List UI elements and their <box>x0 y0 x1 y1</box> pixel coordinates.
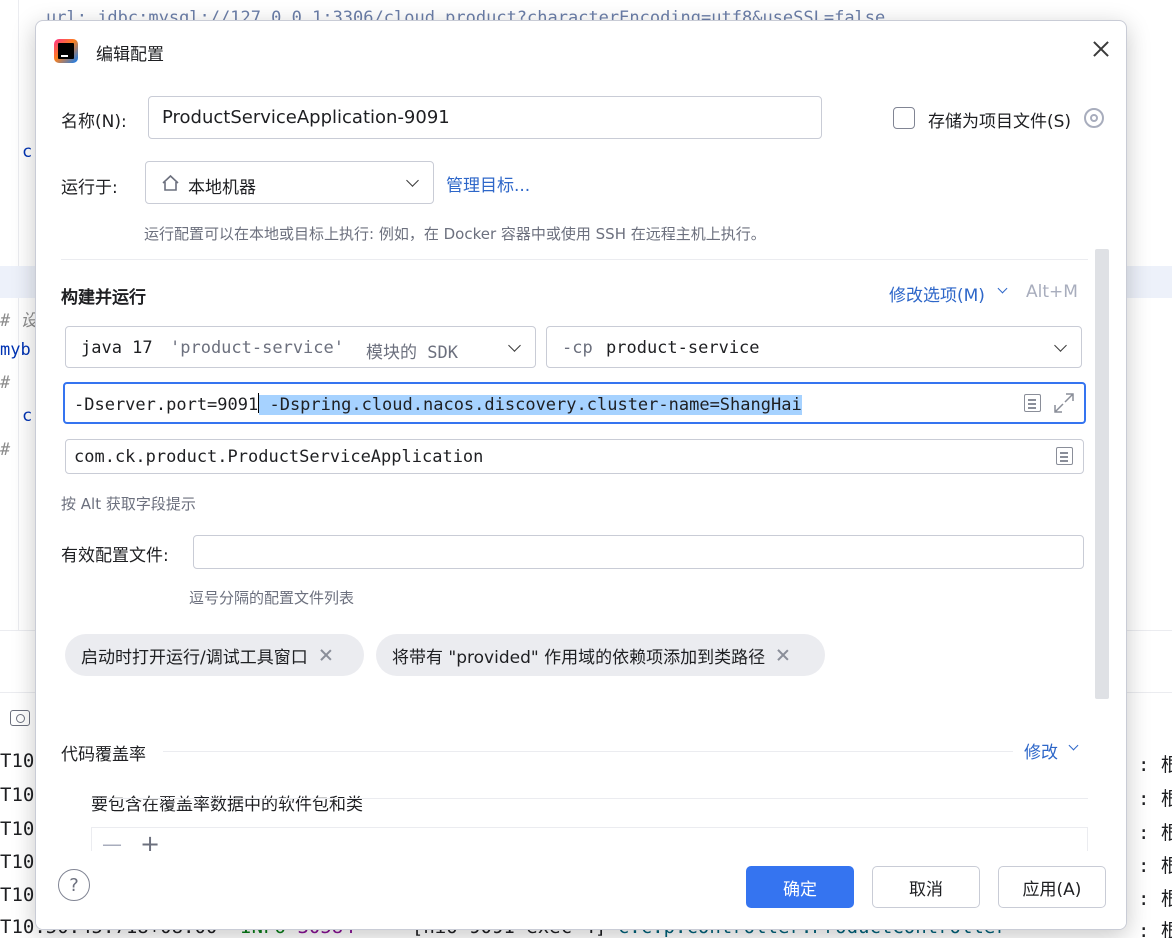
coverage-header-line <box>91 798 1088 799</box>
run-on-dropdown[interactable]: 本地机器 <box>145 161 434 204</box>
vm-options-plain: -Dserver.port=9091 <box>74 395 259 415</box>
cancel-button[interactable]: 取消 <box>872 866 980 908</box>
coverage-include-label: 要包含在覆盖率数据中的软件包和类 <box>91 795 363 815</box>
jdk-suffix: 模块的 SDK <box>366 343 458 363</box>
run-on-hint: 运行配置可以在本地或目标上执行: 例如，在 Docker 容器中或使用 SSH … <box>144 225 766 243</box>
chevron-down-icon <box>997 283 1008 294</box>
code-coverage-title: 代码覆盖率 <box>61 745 146 765</box>
log-line-suffix: : 根 <box>1138 888 1172 910</box>
name-label: 名称(N): <box>61 112 127 132</box>
browse-class-icon[interactable] <box>1056 447 1073 465</box>
jdk-dropdown[interactable]: java 17 'product-service' 模块的 SDK <box>65 326 536 368</box>
editor-code-line: # 设 <box>0 311 38 331</box>
active-profiles-label: 有效配置文件: <box>61 546 169 566</box>
editor-code-line: # <box>0 373 11 393</box>
coverage-modify-link[interactable]: 修改 <box>1024 738 1058 763</box>
run-on-value: 本地机器 <box>188 178 256 198</box>
active-profiles-hint: 逗号分隔的配置文件列表 <box>189 589 355 607</box>
jdk-version: java 17 <box>81 338 153 358</box>
classpath-module-dropdown[interactable]: -cp product-service <box>546 326 1082 368</box>
dialog-scrollbar[interactable] <box>1095 249 1109 699</box>
expand-field-icon[interactable] <box>1053 392 1075 414</box>
ok-button[interactable]: 确定 <box>746 866 854 908</box>
coverage-divider <box>163 751 1013 752</box>
log-line-prefix: T10 <box>0 750 35 772</box>
log-line-prefix: T10 <box>0 818 35 840</box>
log-line-prefix: T10 <box>0 884 35 906</box>
gear-icon[interactable] <box>1084 108 1104 128</box>
store-as-project-file-checkbox[interactable] <box>893 107 915 129</box>
manage-targets-link[interactable]: 管理目标... <box>446 171 530 196</box>
log-line-suffix: : 根 <box>1138 754 1172 776</box>
intellij-logo-icon <box>54 39 78 63</box>
section-divider <box>61 259 1088 260</box>
chevron-down-icon <box>1054 339 1067 352</box>
vm-options-selected: -Dspring.cloud.nacos.discovery.cluster-n… <box>259 395 802 415</box>
build-and-run-title: 构建并运行 <box>61 288 146 308</box>
vm-options-text: -Dserver.port=9091 -Dspring.cloud.nacos.… <box>74 393 802 415</box>
option-chip-open-tool-window[interactable]: 启动时打开运行/调试工具窗口 <box>65 634 364 676</box>
log-line-prefix: T10 <box>0 851 35 873</box>
log-line-suffix: : 根 <box>1138 822 1172 844</box>
dialog-title: 编辑配置 <box>96 45 164 65</box>
store-as-project-file-label: 存储为项目文件(S) <box>928 112 1072 132</box>
chip-label: 启动时打开运行/调试工具窗口 <box>81 647 308 668</box>
coverage-label-spacer <box>91 799 1088 800</box>
vm-options-field[interactable]: -Dserver.port=9091 -Dspring.cloud.nacos.… <box>63 382 1086 424</box>
log-line-prefix: T10 <box>0 784 35 806</box>
remove-chip-icon[interactable] <box>777 649 789 661</box>
home-icon <box>162 174 179 191</box>
apply-button[interactable]: 应用(A) <box>998 866 1106 908</box>
editor-code-line: myb <box>0 340 31 360</box>
edit-configuration-dialog: 编辑配置 名称(N): ProductServiceApplication-90… <box>35 20 1127 930</box>
screenshot-camera-icon[interactable] <box>10 710 30 726</box>
editor-code-line: c <box>22 142 33 162</box>
close-icon[interactable] <box>1091 39 1111 59</box>
log-line-suffix: : 根 <box>1138 855 1172 877</box>
jdk-module: 'product-service' <box>170 338 344 358</box>
chevron-down-icon <box>406 174 419 187</box>
name-field[interactable]: ProductServiceApplication-9091 <box>148 96 822 139</box>
classpath-value: product-service <box>606 338 760 358</box>
chip-label: 将带有 "provided" 作用域的依赖项添加到类路径 <box>392 647 766 668</box>
editor-code-line: c <box>22 406 33 426</box>
log-line-suffix: : 根 <box>1138 788 1172 810</box>
alt-hint: 按 Alt 获取字段提示 <box>61 495 196 513</box>
name-field-value: ProductServiceApplication-9091 <box>162 107 450 128</box>
main-class-field[interactable]: com.ck.product.ProductServiceApplication <box>65 439 1084 474</box>
modify-options-link[interactable]: 修改选项(M) <box>889 281 985 306</box>
classpath-flag: -cp <box>562 338 593 358</box>
log-line-suffix: : 根 <box>1138 920 1172 938</box>
modify-options-shortcut: Alt+M <box>1026 282 1078 302</box>
run-on-label: 运行于: <box>61 178 118 198</box>
chevron-down-icon <box>508 339 521 352</box>
remove-chip-icon[interactable] <box>320 649 332 661</box>
editor-code-line: # <box>0 440 11 460</box>
help-button[interactable]: ? <box>58 869 90 901</box>
chevron-down-icon <box>1068 740 1079 751</box>
active-profiles-field[interactable] <box>193 535 1084 569</box>
option-chip-provided-scope[interactable]: 将带有 "provided" 作用域的依赖项添加到类路径 <box>376 634 825 676</box>
expand-text-icon[interactable] <box>1024 394 1041 412</box>
main-class-value: com.ck.product.ProductServiceApplication <box>74 446 484 467</box>
